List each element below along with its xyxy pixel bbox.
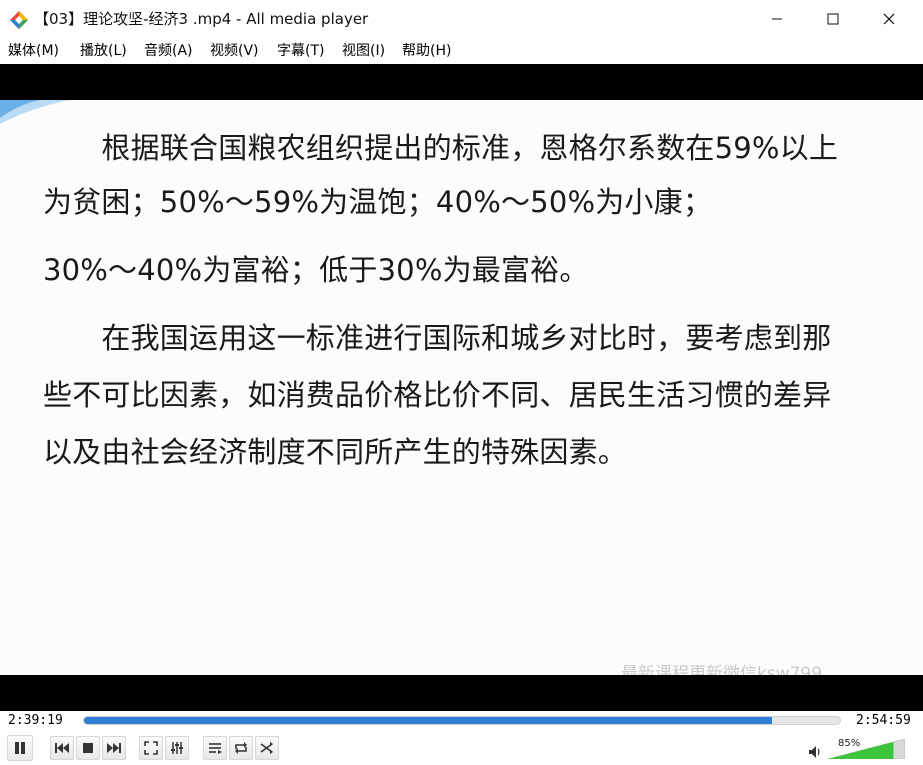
total-time: 2:54:59 bbox=[856, 713, 911, 728]
slide-line-3: 30%～40%为富裕；低于30%为最富裕。 bbox=[43, 253, 589, 287]
next-button[interactable] bbox=[102, 736, 126, 760]
stop-icon bbox=[83, 743, 93, 753]
menu-bar: 媒体(M) 播放(L) 音频(A) 视频(V) 字幕(T) 视图(I) 帮助(H… bbox=[0, 38, 923, 64]
elapsed-time: 2:39:19 bbox=[8, 713, 63, 728]
close-button[interactable] bbox=[866, 0, 912, 38]
control-bar: 85% bbox=[0, 731, 923, 765]
menu-play[interactable]: 播放(L) bbox=[80, 42, 127, 60]
maximize-button[interactable] bbox=[810, 0, 856, 38]
next-icon bbox=[107, 743, 121, 753]
menu-video[interactable]: 视频(V) bbox=[210, 42, 259, 60]
close-icon bbox=[883, 13, 895, 25]
slide-line-1: 根据联合国粮农组织提出的标准，恩格尔系数在59%以上 bbox=[43, 131, 839, 165]
stop-button[interactable] bbox=[76, 736, 100, 760]
shuffle-icon bbox=[260, 742, 273, 754]
menu-help[interactable]: 帮助(H) bbox=[402, 42, 451, 60]
fullscreen-button[interactable] bbox=[139, 736, 163, 760]
minimize-icon bbox=[772, 18, 782, 20]
repeat-icon bbox=[235, 742, 247, 754]
menu-media[interactable]: 媒体(M) bbox=[8, 42, 59, 60]
pause-button[interactable] bbox=[7, 735, 33, 761]
slide-line-2: 为贫困；50%～59%为温饱；40%～50%为小康； bbox=[43, 185, 713, 219]
video-area[interactable]: 根据联合国粮农组织提出的标准，恩格尔系数在59%以上 为贫困；50%～59%为温… bbox=[0, 64, 923, 711]
playlist-button[interactable] bbox=[203, 736, 227, 760]
menu-audio[interactable]: 音频(A) bbox=[144, 42, 193, 60]
menu-view[interactable]: 视图(I) bbox=[342, 42, 385, 60]
equalizer-icon bbox=[171, 742, 183, 754]
repeat-button[interactable] bbox=[229, 736, 253, 760]
all-media-player-icon bbox=[10, 11, 28, 29]
slide-frame: 根据联合国粮农组织提出的标准，恩格尔系数在59%以上 为贫困；50%～59%为温… bbox=[0, 100, 923, 675]
playlist-icon bbox=[209, 743, 222, 754]
maximize-icon bbox=[827, 13, 839, 25]
slide-line-6: 以及由社会经济制度不同所产生的特殊因素。 bbox=[43, 435, 628, 469]
shuffle-button[interactable] bbox=[255, 736, 279, 760]
equalizer-button[interactable] bbox=[165, 736, 189, 760]
title-bar: 【03】理论攻坚-经济3 .mp4 - All media player bbox=[0, 0, 923, 38]
slide-line-5: 些不可比因素，如消费品价格比价不同、居民生活习惯的差异 bbox=[43, 378, 832, 412]
seek-progress bbox=[84, 717, 772, 724]
pause-icon bbox=[15, 742, 25, 754]
minimize-button[interactable] bbox=[754, 0, 800, 38]
slide-line-4: 在我国运用这一标准进行国际和城乡对比时，要考虑到那 bbox=[43, 321, 832, 355]
previous-icon bbox=[55, 743, 69, 753]
menu-subtitle[interactable]: 字幕(T) bbox=[277, 42, 324, 60]
watermark: 最新课程更新微信ksw799 bbox=[621, 664, 823, 675]
seek-bar[interactable] bbox=[83, 716, 841, 725]
speaker-icon[interactable] bbox=[808, 745, 822, 759]
previous-button[interactable] bbox=[50, 736, 74, 760]
seek-row: 2:39:19 2:54:59 bbox=[0, 711, 923, 731]
fullscreen-icon bbox=[144, 741, 158, 755]
volume-slider[interactable] bbox=[828, 739, 905, 759]
window-title: 【03】理论攻坚-经济3 .mp4 - All media player bbox=[34, 10, 369, 28]
